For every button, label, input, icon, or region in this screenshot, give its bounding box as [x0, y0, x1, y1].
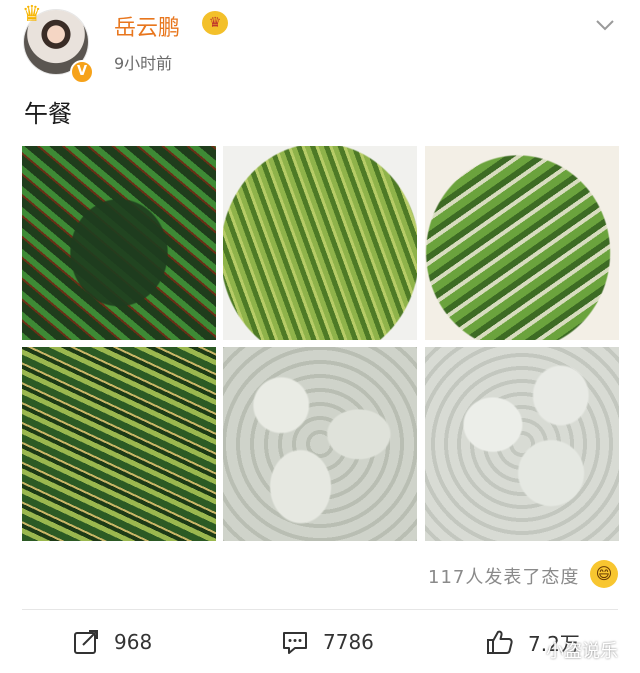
avatar[interactable]: ♛ V [22, 2, 94, 84]
reactions-summary[interactable]: 117人发表了态度 [428, 563, 579, 589]
username[interactable]: 岳云鹏 [114, 10, 180, 42]
post-timestamp: 9小时前 [114, 54, 173, 73]
vip-crown-icon[interactable]: ♛ [202, 11, 228, 35]
verified-badge: V [70, 60, 94, 84]
laughing-emoji-icon[interactable]: 😄 [590, 560, 618, 588]
repost-count: 968 [114, 630, 153, 654]
photo-fern-greens[interactable] [223, 146, 417, 340]
post-text: 午餐 [24, 100, 72, 128]
photo-cucumber-salad[interactable] [22, 347, 216, 541]
photo-dumplings[interactable] [223, 347, 417, 541]
photo-dumplings-2[interactable] [425, 347, 619, 541]
comment-bubble-icon [283, 632, 307, 654]
comment-count: 7786 [323, 630, 374, 654]
repost-button[interactable]: 968 [72, 624, 152, 660]
comment-button[interactable]: 7786 [281, 624, 374, 660]
crown-icon: ♛ [22, 2, 42, 27]
divider [22, 609, 618, 610]
share-edit-icon [74, 630, 98, 654]
photo-stir-fried-greens[interactable] [22, 146, 216, 340]
watermark: 小盗说乐 [546, 641, 618, 662]
thumbs-up-icon [487, 630, 513, 654]
chevron-down-icon[interactable] [594, 14, 616, 36]
photo-lettuce[interactable] [425, 146, 619, 340]
